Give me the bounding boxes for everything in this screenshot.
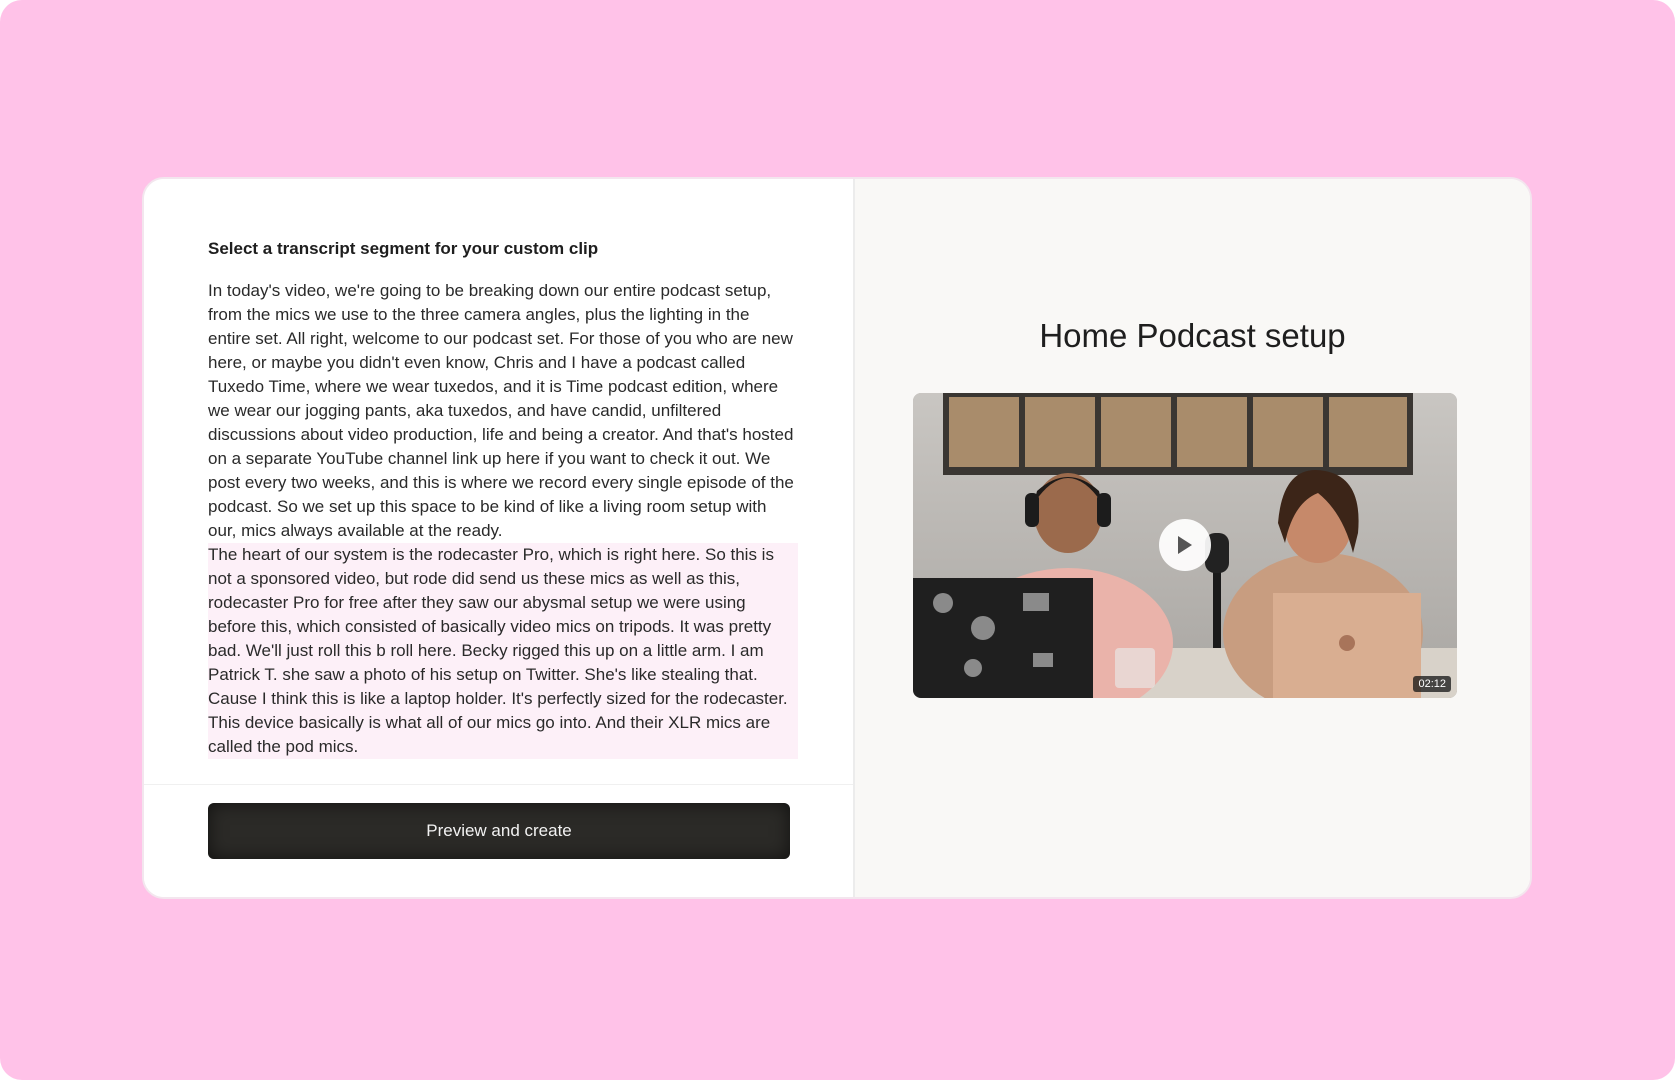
clip-creator-card: Select a transcript segment for your cus… <box>142 177 1532 899</box>
transcript-segment[interactable]: In today's video, we're going to be brea… <box>208 279 798 543</box>
preview-and-create-button[interactable]: Preview and create <box>208 803 790 859</box>
transcript-footer: Preview and create <box>144 784 853 897</box>
video-panel: Home Podcast setup 02:12 <box>855 179 1530 897</box>
transcript-segment-selected[interactable]: The heart of our system is the rodecaste… <box>208 543 798 759</box>
play-button[interactable] <box>1159 519 1211 571</box>
transcript-panel: Select a transcript segment for your cus… <box>144 179 855 897</box>
video-player[interactable]: 02:12 <box>913 393 1457 698</box>
video-title: Home Podcast setup <box>1039 317 1346 354</box>
play-icon <box>1178 536 1192 554</box>
transcript-list: In today's video, we're going to be brea… <box>208 279 798 803</box>
transcript-heading: Select a transcript segment for your cus… <box>208 239 599 258</box>
video-duration: 02:12 <box>1413 676 1451 692</box>
